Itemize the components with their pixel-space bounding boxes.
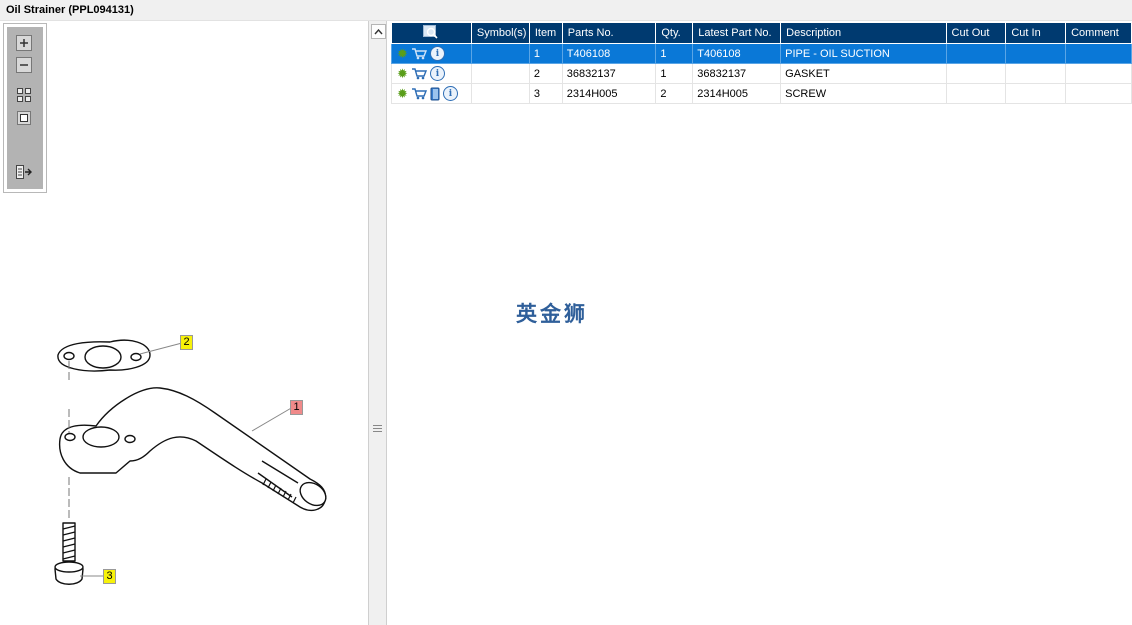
row-parts-no-cell: 2314H005 <box>561 83 657 104</box>
column-header-cut-in[interactable]: Cut In <box>1005 22 1067 44</box>
find-in-table-icon[interactable] <box>423 24 439 39</box>
row-tools-cell: ✹ i <box>391 83 472 104</box>
row-description-cell: PIPE - OIL SUCTION <box>780 43 947 64</box>
gear-icon[interactable]: ✹ <box>397 67 408 80</box>
row-cut-in-cell <box>1005 63 1067 84</box>
row-comment-cell <box>1065 83 1132 104</box>
parts-table: Symbol(s) Item Parts No. Qty. Latest Par… <box>391 22 1132 104</box>
row-symbols-cell <box>470 63 530 84</box>
column-header-description[interactable]: Description <box>780 22 947 44</box>
scroll-up-button[interactable] <box>371 24 386 39</box>
parts-list-pane: Symbol(s) Item Parts No. Qty. Latest Par… <box>388 21 1132 625</box>
row-latest-part-no-cell: T406108 <box>692 43 782 64</box>
row-cut-out-cell <box>945 83 1007 104</box>
gear-icon[interactable]: ✹ <box>397 87 408 100</box>
window-title: Oil Strainer (PPL094131) <box>6 4 134 16</box>
row-cut-in-cell <box>1005 83 1067 104</box>
shopping-cart-icon[interactable] <box>411 87 427 100</box>
row-item-cell: 1 <box>528 43 563 64</box>
row-latest-part-no-cell: 36832137 <box>692 63 782 84</box>
row-item-cell: 2 <box>528 63 563 84</box>
callout-2[interactable]: 2 <box>180 335 193 350</box>
row-item-cell: 3 <box>528 83 563 104</box>
info-icon[interactable]: i <box>442 86 458 101</box>
row-qty-cell: 1 <box>655 63 694 84</box>
row-symbols-cell <box>470 83 530 104</box>
row-description-cell: GASKET <box>780 63 947 84</box>
row-latest-part-no-cell: 2314H005 <box>692 83 782 104</box>
column-header-parts-no[interactable]: Parts No. <box>561 22 657 44</box>
column-header-symbols[interactable]: Symbol(s) <box>470 22 530 44</box>
column-header-cut-out[interactable]: Cut Out <box>945 22 1007 44</box>
parts-diagram <box>54 339 327 585</box>
info-icon[interactable]: i <box>429 66 445 81</box>
callout-3[interactable]: 3 <box>103 569 116 584</box>
table-row[interactable]: ✹ i 3 2314H005 2 2314H005 SCREW <box>391 83 1132 104</box>
row-qty-cell: 1 <box>655 43 694 64</box>
row-qty-cell: 2 <box>655 83 694 104</box>
splitter-grip-icon[interactable] <box>373 425 382 437</box>
column-header-latest-part-no[interactable]: Latest Part No. <box>692 22 782 44</box>
info-icon[interactable]: i <box>429 46 445 61</box>
shopping-cart-icon[interactable] <box>411 67 427 80</box>
book-icon[interactable] <box>430 87 440 101</box>
callout-1[interactable]: 1 <box>290 400 303 415</box>
table-row[interactable]: ✹ i 2 36832137 1 36832137 GASKET <box>391 63 1132 84</box>
row-cut-in-cell <box>1005 43 1067 64</box>
table-header-row: Symbol(s) Item Parts No. Qty. Latest Par… <box>391 22 1132 44</box>
chevron-up-icon <box>374 28 383 34</box>
gear-icon[interactable]: ✹ <box>397 47 408 60</box>
row-parts-no-cell: 36832137 <box>561 63 657 84</box>
shopping-cart-icon[interactable] <box>411 47 427 60</box>
row-tools-cell: ✹ i <box>391 43 472 64</box>
column-header-comment[interactable]: Comment <box>1065 22 1132 44</box>
row-cut-out-cell <box>945 63 1007 84</box>
row-symbols-cell <box>470 43 530 64</box>
row-tools-cell: ✹ i <box>391 63 472 84</box>
row-comment-cell <box>1065 63 1132 84</box>
row-parts-no-cell: T406108 <box>561 43 657 64</box>
diagram-pane[interactable]: 2 1 3 <box>0 21 368 625</box>
row-comment-cell <box>1065 43 1132 64</box>
pane-splitter[interactable] <box>368 21 387 625</box>
column-header-item[interactable]: Item <box>528 22 563 44</box>
column-header-tools[interactable] <box>391 22 472 44</box>
row-description-cell: SCREW <box>780 83 947 104</box>
row-cut-out-cell <box>945 43 1007 64</box>
watermark-text: 英金狮 <box>516 302 588 326</box>
table-row[interactable]: ✹ i 1 T406108 1 T406108 PIPE - OIL SUCTI… <box>391 43 1132 64</box>
window-title-bar: Oil Strainer (PPL094131) <box>0 0 1132 21</box>
column-header-qty[interactable]: Qty. <box>655 22 694 44</box>
